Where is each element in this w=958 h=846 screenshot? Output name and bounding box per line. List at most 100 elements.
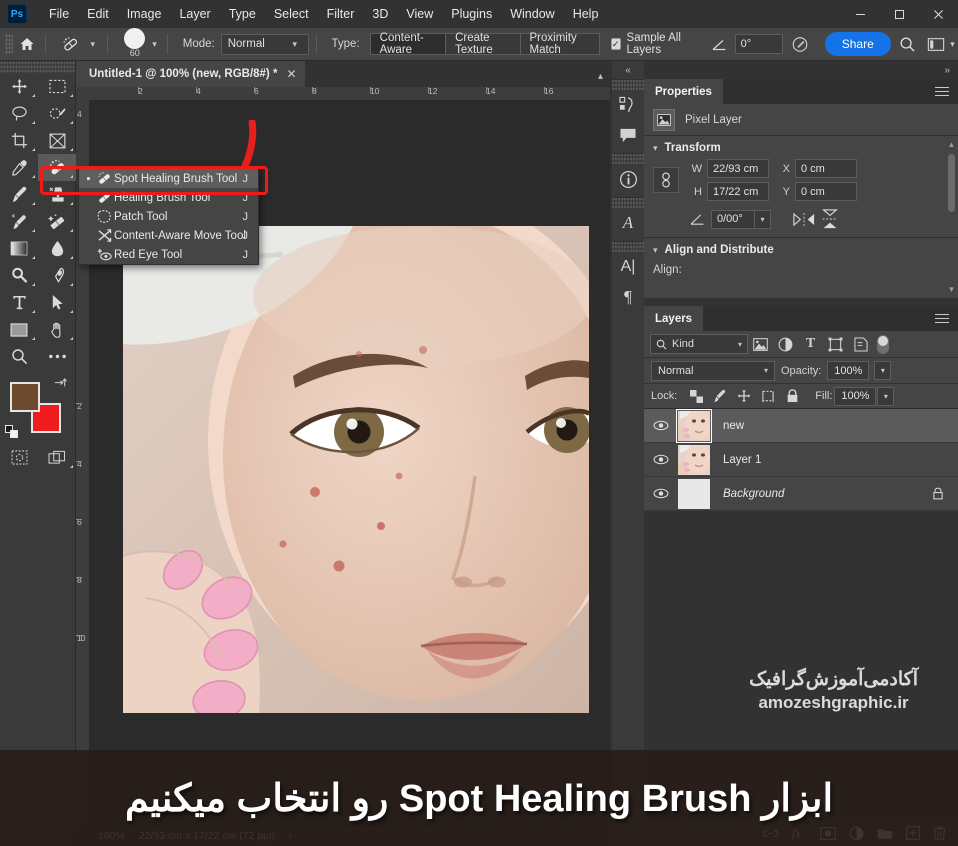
dodge-tool[interactable]: [0, 262, 38, 289]
glyphs-icon[interactable]: A: [612, 208, 644, 238]
fill-chevron-down-icon[interactable]: ▾: [877, 386, 895, 406]
flyout-item-patch-tool[interactable]: Patch Tool J: [79, 207, 258, 226]
tab-layers[interactable]: Layers: [644, 306, 704, 331]
dock-grip[interactable]: [612, 154, 644, 164]
x-input[interactable]: 0 cm: [795, 159, 857, 178]
quick-mask-tool[interactable]: [0, 444, 38, 471]
filter-smart-object-icon[interactable]: [848, 333, 873, 355]
expand-panels-icon[interactable]: »: [644, 61, 958, 79]
type-tool[interactable]: [0, 289, 38, 316]
lock-transparency-icon[interactable]: [685, 386, 707, 406]
layer-thumbnail[interactable]: [676, 408, 712, 443]
rotation-input[interactable]: 0/00°: [711, 209, 755, 229]
properties-panel-menu-icon[interactable]: [935, 79, 958, 104]
type-proximity-match-button[interactable]: Proximity Match: [519, 32, 600, 56]
brush-chevron-down-icon[interactable]: ▾: [149, 39, 160, 50]
toolbar-grip[interactable]: [0, 61, 75, 73]
align-section-header[interactable]: ▾ Align and Distribute: [644, 238, 958, 260]
blend-mode-select[interactable]: Normal ▾: [651, 360, 775, 381]
maximize-button[interactable]: [880, 0, 919, 28]
dock-grip[interactable]: [612, 242, 644, 252]
filter-type-icon[interactable]: T: [798, 333, 823, 355]
layer-thumbnail[interactable]: [678, 478, 710, 509]
layer-visibility-toggle[interactable]: [644, 488, 678, 499]
spot-healing-brush-tool[interactable]: [38, 154, 76, 181]
close-button[interactable]: [919, 0, 958, 28]
layer-thumbnail[interactable]: [678, 444, 710, 475]
dock-grip[interactable]: [612, 80, 644, 90]
properties-scrollbar[interactable]: ▲ ▼: [947, 140, 956, 294]
flyout-item-red-eye-tool[interactable]: Red Eye Tool J: [79, 245, 258, 264]
gradient-tool[interactable]: [0, 235, 38, 262]
layers-panel-menu-icon[interactable]: [935, 306, 958, 331]
layer-visibility-toggle[interactable]: [644, 454, 678, 465]
fill-input[interactable]: 100%: [834, 386, 877, 406]
tab-overflow-chevron-icon[interactable]: ▴: [598, 71, 610, 87]
history-brush-tool[interactable]: [0, 208, 38, 235]
mode-select[interactable]: Normal ▾: [220, 33, 309, 55]
clone-stamp-tool[interactable]: [38, 181, 76, 208]
layer-row-background[interactable]: Background: [644, 477, 958, 511]
options-bar-grip[interactable]: [5, 34, 13, 54]
transform-section-header[interactable]: ▾ Transform: [644, 136, 958, 158]
layer-name[interactable]: Layer 1: [723, 454, 761, 466]
minimize-button[interactable]: [841, 0, 880, 28]
menu-view[interactable]: View: [397, 3, 442, 25]
blur-tool[interactable]: [38, 235, 76, 262]
layer-name[interactable]: new: [723, 420, 744, 432]
opacity-input[interactable]: 100%: [827, 361, 870, 380]
lock-position-icon[interactable]: [733, 386, 755, 406]
paragraph-icon[interactable]: ¶: [612, 282, 644, 312]
workspace-chevron-down-icon[interactable]: ▾: [947, 39, 958, 50]
search-icon[interactable]: [897, 31, 919, 57]
home-icon[interactable]: [16, 32, 38, 56]
move-tool[interactable]: [0, 73, 38, 100]
menu-image[interactable]: Image: [118, 3, 171, 25]
share-button[interactable]: Share: [824, 32, 891, 56]
width-input[interactable]: 22/93 cm: [707, 159, 769, 178]
flip-horizontal-icon[interactable]: [793, 212, 815, 227]
lock-artboard-icon[interactable]: [757, 386, 779, 406]
scrollbar-thumb[interactable]: [948, 154, 955, 212]
menu-select[interactable]: Select: [265, 3, 318, 25]
flip-vertical-icon[interactable]: [821, 209, 839, 229]
layer-name[interactable]: Background: [723, 488, 784, 500]
default-colors-icon[interactable]: [5, 425, 18, 438]
filter-pixel-icon[interactable]: [748, 333, 773, 355]
crop-tool[interactable]: [0, 127, 38, 154]
scroll-up-icon[interactable]: ▲: [947, 140, 956, 149]
dock-grip[interactable]: [612, 198, 644, 208]
filter-adjustment-icon[interactable]: [773, 333, 798, 355]
actions-icon[interactable]: [612, 90, 644, 120]
layer-row-layer-1[interactable]: Layer 1: [644, 443, 958, 477]
more-tools[interactable]: [38, 343, 76, 370]
artboard-image[interactable]: [123, 226, 589, 713]
menu-plugins[interactable]: Plugins: [442, 3, 501, 25]
menu-window[interactable]: Window: [501, 3, 563, 25]
comments-icon[interactable]: [612, 120, 644, 150]
lock-all-icon[interactable]: [781, 386, 803, 406]
info-icon[interactable]: [612, 164, 644, 194]
tablet-pressure-icon[interactable]: [789, 31, 811, 57]
brush-tool[interactable]: [0, 181, 38, 208]
lasso-tool[interactable]: [0, 100, 38, 127]
menu-3d[interactable]: 3D: [363, 3, 397, 25]
type-content-aware-button[interactable]: Content-Aware: [369, 32, 447, 56]
collapse-panels-icon[interactable]: «: [612, 61, 644, 79]
flyout-item-healing-brush-tool[interactable]: Healing Brush Tool J: [79, 188, 258, 207]
workspace-icon[interactable]: [925, 31, 947, 57]
path-selection-tool[interactable]: [38, 289, 76, 316]
filter-toggle[interactable]: [877, 334, 889, 354]
filter-kind-select[interactable]: Kind ▾: [650, 334, 748, 354]
tool-preset-picker[interactable]: ▾: [58, 32, 100, 56]
close-icon[interactable]: ✕: [286, 67, 296, 81]
screen-mode-tool[interactable]: [38, 444, 76, 471]
menu-type[interactable]: Type: [220, 3, 265, 25]
object-selection-tool[interactable]: [38, 100, 76, 127]
flyout-item-content-aware-move-tool[interactable]: Content-Aware Move Tool J: [79, 226, 258, 245]
menu-filter[interactable]: Filter: [318, 3, 364, 25]
menu-file[interactable]: File: [40, 3, 78, 25]
eraser-tool[interactable]: [38, 208, 76, 235]
tab-properties[interactable]: Properties: [644, 79, 723, 104]
lock-image-icon[interactable]: [709, 386, 731, 406]
